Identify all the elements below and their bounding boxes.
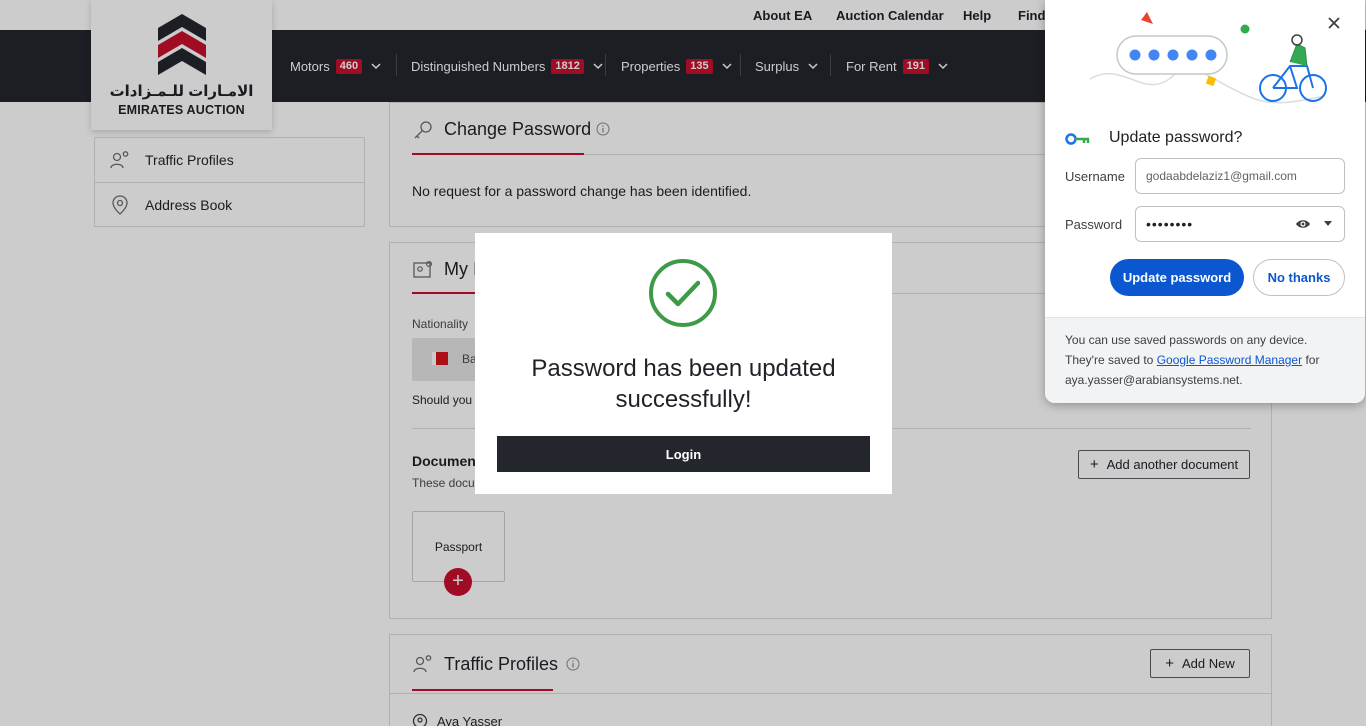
password-illustration-icon: [1089, 12, 1327, 104]
footer-account-text: aya.yasser@arabiansystems.net.: [1065, 373, 1243, 387]
login-button[interactable]: Login: [497, 436, 870, 472]
password-updated-modal: Password has been updated successfully! …: [475, 233, 892, 494]
footer-for-text: for: [1305, 353, 1320, 367]
username-label: Username: [1065, 169, 1125, 184]
close-icon[interactable]: [1327, 16, 1341, 30]
eye-icon[interactable]: [1295, 217, 1311, 231]
username-value: godaabdelaziz1@gmail.com: [1146, 169, 1297, 183]
password-field[interactable]: ••••••••: [1135, 206, 1345, 242]
password-label: Password: [1065, 217, 1123, 232]
dropdown-arrow-icon[interactable]: [1322, 220, 1334, 228]
password-popup-footer: You can use saved passwords on any devic…: [1045, 317, 1365, 403]
update-password-popup: Update password? Username godaabdelaziz1…: [1045, 0, 1365, 403]
update-password-button[interactable]: Update password: [1110, 259, 1244, 296]
update-password-title: Update password?: [1109, 129, 1243, 146]
success-checkmark-icon: [649, 259, 717, 327]
google-password-manager-link[interactable]: Google Password Manager: [1157, 353, 1302, 367]
password-value: ••••••••: [1146, 216, 1194, 232]
no-thanks-button[interactable]: No thanks: [1253, 259, 1345, 296]
username-field[interactable]: godaabdelaziz1@gmail.com: [1135, 158, 1345, 194]
key-icon: [1065, 133, 1090, 145]
success-message: Password has been updated successfully!: [531, 355, 836, 413]
